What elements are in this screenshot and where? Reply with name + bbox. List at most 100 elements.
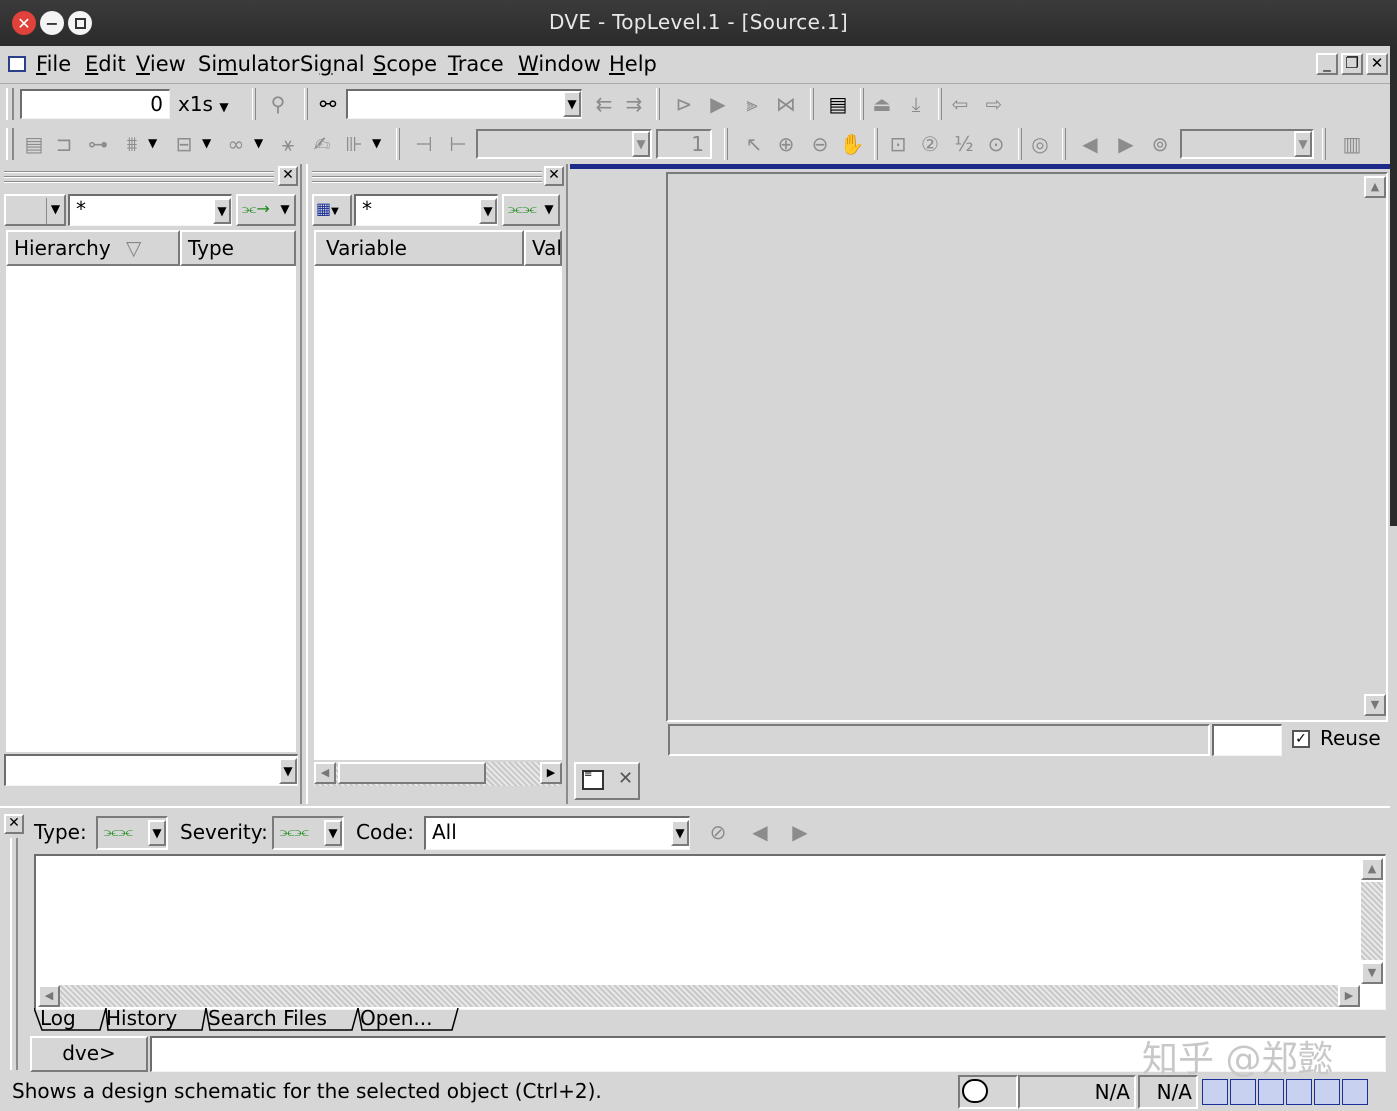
- menu-scope[interactable]: Scope: [373, 52, 437, 76]
- variable-filter-input[interactable]: * ▼: [354, 194, 498, 226]
- hierarchy-filter-input[interactable]: * ▼: [68, 194, 232, 226]
- log-hscrollbar[interactable]: ◀ ▶: [38, 985, 1360, 1007]
- severity-select[interactable]: ⫘⫘ ▼: [272, 816, 344, 850]
- chevron-down-icon[interactable]: ▼: [202, 136, 211, 150]
- chevron-down-icon[interactable]: ▼: [324, 820, 342, 846]
- document-icon[interactable]: ▤: [824, 90, 852, 118]
- find-next-icon[interactable]: ⇉: [620, 90, 648, 118]
- pan-hand-icon[interactable]: ✋: [838, 130, 866, 158]
- speech-bubble-icon[interactable]: [962, 1079, 988, 1103]
- path-schematic-icon[interactable]: ⊶: [84, 130, 112, 158]
- scroll-right-icon[interactable]: ▶: [540, 762, 562, 784]
- pane-close-button[interactable]: ✕: [278, 166, 298, 186]
- toolbar-combo[interactable]: ▼: [476, 129, 652, 159]
- zoom-fit-icon[interactable]: ⊙: [982, 130, 1010, 158]
- zoom-reset-icon[interactable]: ⊚: [1146, 130, 1174, 158]
- trace-loads-icon[interactable]: ✍: [308, 130, 336, 158]
- move-down-icon[interactable]: ⤓: [902, 90, 930, 118]
- hierarchy-toggle-icon[interactable]: [1202, 1079, 1228, 1105]
- variable-hscrollbar[interactable]: ◀ ▶: [314, 762, 562, 786]
- expand-left-icon[interactable]: ⊣: [410, 130, 438, 158]
- toolbar-grip[interactable]: [860, 88, 864, 120]
- menu-trace[interactable]: Trace: [448, 52, 504, 76]
- tab-open[interactable]: Open...: [360, 1006, 433, 1030]
- scroll-down-icon[interactable]: ▼: [1361, 962, 1383, 984]
- pointer-icon[interactable]: ↖: [740, 130, 768, 158]
- step-icon[interactable]: ⊳: [670, 90, 698, 118]
- column-header-value[interactable]: Val: [524, 230, 562, 266]
- source-text-area[interactable]: [666, 172, 1388, 722]
- close-icon[interactable]: ✕: [618, 768, 633, 789]
- prompt-button[interactable]: dve>: [30, 1036, 148, 1072]
- scroll-left-icon[interactable]: ◀: [314, 762, 336, 784]
- expand-right-icon[interactable]: ⊢: [444, 130, 472, 158]
- chevron-down-icon[interactable]: ▼: [563, 91, 581, 117]
- menu-window[interactable]: Window: [518, 52, 601, 76]
- chevron-down-icon[interactable]: ▼: [671, 820, 689, 846]
- prev-message-icon[interactable]: ◀: [746, 818, 774, 846]
- toolbar-grip[interactable]: [6, 88, 14, 120]
- zoom-combo[interactable]: ▼: [1180, 129, 1314, 159]
- number-field[interactable]: 1: [656, 129, 712, 159]
- console-close-button[interactable]: ✕: [4, 814, 24, 834]
- code-select[interactable]: All ▼: [424, 816, 690, 850]
- search-combo[interactable]: ▼: [346, 89, 582, 119]
- mdi-close-button[interactable]: ✕: [1366, 53, 1388, 75]
- console-log-area[interactable]: ▲ ▼ ◀ ▶: [34, 854, 1386, 1010]
- log-vscrollbar[interactable]: ▲ ▼: [1361, 858, 1383, 984]
- zoom-prev-icon[interactable]: ◀: [1076, 130, 1104, 158]
- step-in-icon[interactable]: ⫸: [738, 90, 766, 118]
- pane-close-button[interactable]: ✕: [544, 166, 564, 186]
- source-line-field[interactable]: [1212, 724, 1282, 756]
- zoom-next-icon[interactable]: ▶: [1112, 130, 1140, 158]
- clear-filter-icon[interactable]: ⊘: [704, 818, 732, 846]
- zoom-in-icon[interactable]: ⊕: [772, 130, 800, 158]
- tab-log[interactable]: Log: [40, 1006, 76, 1030]
- memory-view-icon[interactable]: ∞: [222, 130, 250, 158]
- list-toggle-icon[interactable]: [1286, 1079, 1312, 1105]
- time-unit-select[interactable]: x1s ▼: [178, 92, 229, 116]
- console-grip[interactable]: [10, 838, 18, 1070]
- menu-edit[interactable]: Edit: [85, 52, 126, 76]
- chevron-down-icon[interactable]: ▼: [213, 198, 231, 224]
- tab-history[interactable]: History: [106, 1006, 177, 1030]
- menu-view[interactable]: View: [136, 52, 186, 76]
- scroll-left-icon[interactable]: ◀: [38, 985, 60, 1007]
- zoom-out-icon[interactable]: ⊖: [806, 130, 834, 158]
- toolbar-grip[interactable]: [724, 128, 728, 160]
- menu-help[interactable]: Help: [609, 52, 657, 76]
- scroll-down-icon[interactable]: ▼: [1364, 694, 1386, 716]
- zoom-2x-icon[interactable]: ②: [916, 130, 944, 158]
- console-toggle-icon[interactable]: [1314, 1079, 1340, 1105]
- ruler-icon[interactable]: ▥: [1338, 130, 1366, 158]
- mdi-minimize-button[interactable]: _: [1316, 53, 1338, 75]
- reuse-checkbox[interactable]: ✓: [1292, 730, 1310, 748]
- zoom-half-icon[interactable]: ½: [950, 130, 978, 158]
- variable-view-select[interactable]: ▦▼: [312, 194, 352, 226]
- scroll-track[interactable]: [1361, 882, 1383, 960]
- scroll-up-icon[interactable]: ▲: [1364, 176, 1386, 198]
- source-vscrollbar[interactable]: ▲ ▼: [1364, 176, 1386, 716]
- hierarchy-bottom-combo[interactable]: ▼: [4, 754, 298, 786]
- pane-drag-bar[interactable]: [4, 168, 274, 186]
- source-view-icon[interactable]: ▤: [20, 130, 48, 158]
- toolbar-grip[interactable]: [252, 88, 256, 120]
- toolbar-grip[interactable]: [938, 88, 942, 120]
- toolbar-grip[interactable]: [810, 88, 814, 120]
- chevron-down-icon[interactable]: ▼: [279, 758, 297, 784]
- toolbar-grip[interactable]: [6, 128, 14, 160]
- chevron-down-icon[interactable]: ▼: [372, 136, 381, 150]
- schematic-view-icon[interactable]: ⊐: [50, 130, 78, 158]
- zoom-full-icon[interactable]: ⊡: [884, 130, 912, 158]
- continue-icon[interactable]: ⋈: [772, 90, 800, 118]
- scope-type-select[interactable]: ▼: [4, 194, 66, 226]
- scroll-up-icon[interactable]: ▲: [1361, 858, 1383, 880]
- zoom-area-icon[interactable]: ◎: [1026, 130, 1054, 158]
- column-header-variable[interactable]: Variable: [314, 230, 524, 266]
- scroll-right-icon[interactable]: ▶: [1338, 985, 1360, 1007]
- menu-signal[interactable]: Signal: [300, 52, 365, 76]
- back-arrow-icon[interactable]: ⇦: [946, 90, 974, 118]
- menu-simulator[interactable]: Simulator: [198, 52, 299, 76]
- binoculars-icon[interactable]: ⚯: [314, 90, 342, 118]
- time-input[interactable]: 0: [20, 89, 170, 119]
